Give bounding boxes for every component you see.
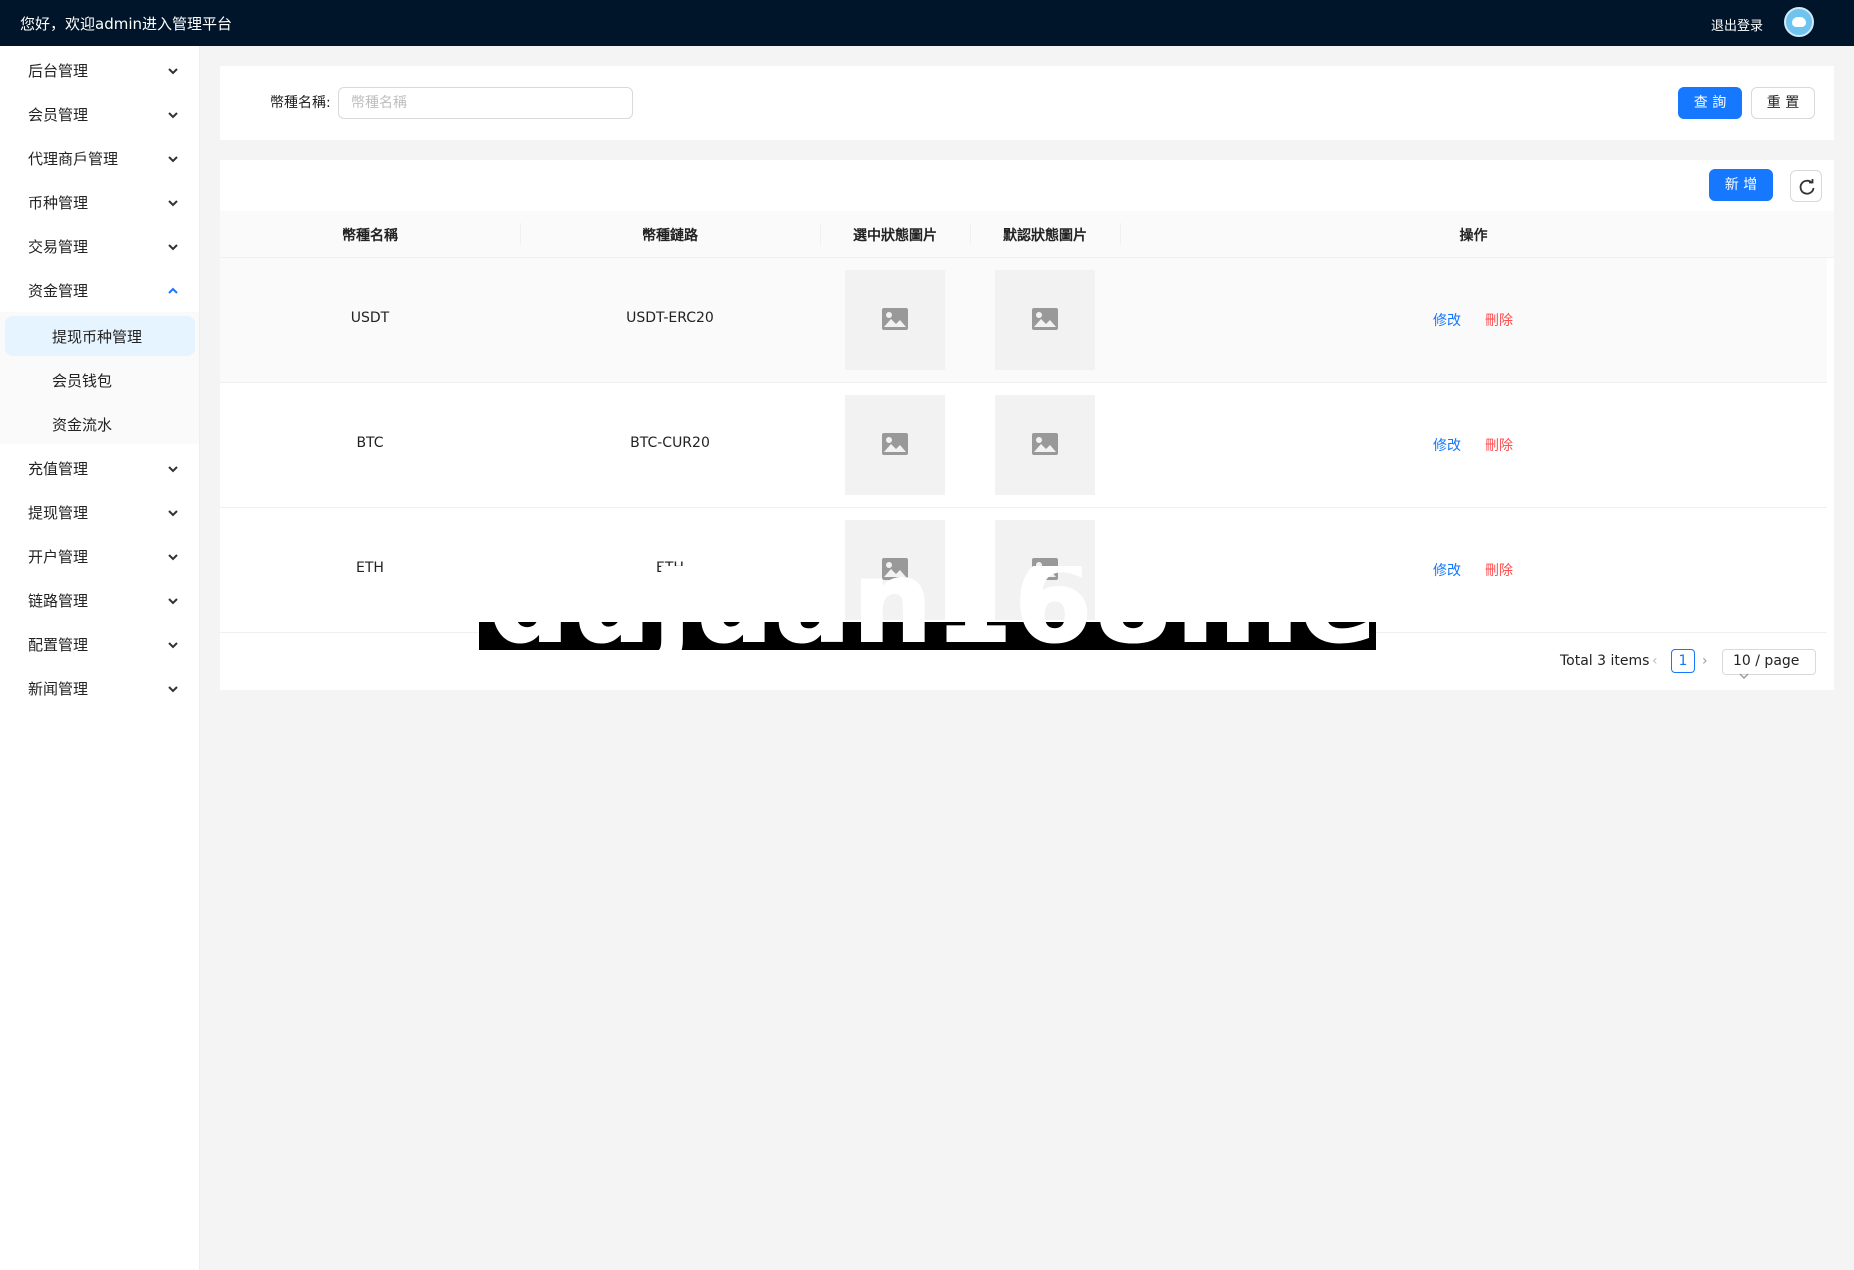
column-header: 幣種名稱 — [342, 228, 398, 244]
delete-link[interactable]: 刪除 — [1485, 560, 1513, 580]
sidebar-item-members[interactable]: 会员管理 — [0, 92, 200, 136]
image-placeholder-icon — [882, 433, 908, 455]
logout-link[interactable]: 退出登录 — [1711, 15, 1763, 34]
pagination-total: Total 3 items — [1560, 653, 1650, 669]
sidebar-item-label: 交易管理 — [28, 238, 89, 256]
pagination-page-1[interactable]: 1 — [1671, 649, 1695, 673]
chevron-down-icon — [168, 244, 178, 251]
top-header: 您好，欢迎admin进入管理平台 退出登录 — [0, 0, 1854, 46]
sidebar-item-label: 新闻管理 — [28, 680, 89, 698]
sidebar-item-recharge[interactable]: 充值管理 — [0, 446, 200, 490]
sidebar-item-label: 充值管理 — [28, 460, 89, 478]
query-button[interactable]: 查 詢 — [1678, 87, 1742, 119]
chevron-down-icon — [168, 598, 178, 605]
funds-submenu: 提现币种管理 会员钱包 资金流水 — [0, 312, 199, 444]
sidebar-subitem-fund-flow[interactable]: 资金流水 — [0, 404, 199, 444]
column-header: 默認狀態圖片 — [1003, 228, 1087, 244]
edit-link[interactable]: 修改 — [1433, 560, 1461, 580]
sidebar-item-label: 提现管理 — [28, 504, 89, 522]
refresh-button[interactable] — [1790, 170, 1822, 202]
chevron-down-icon — [168, 112, 178, 119]
delete-link[interactable]: 刪除 — [1485, 310, 1513, 330]
chevron-down-icon — [168, 200, 178, 207]
chevron-down-icon — [168, 642, 178, 649]
sidebar-subitem-label: 资金流水 — [52, 416, 113, 434]
table-row: USDT USDT-ERC20 修改 刪除 — [220, 258, 1827, 383]
sidebar-item-funds[interactable]: 资金管理 — [0, 268, 200, 312]
chevron-down-icon — [1739, 673, 1749, 679]
sidebar-item-config[interactable]: 配置管理 — [0, 622, 200, 666]
sidebar-item-label: 后台管理 — [28, 62, 89, 80]
sidebar-subitem-label: 提现币种管理 — [52, 328, 143, 346]
sidebar-item-backend[interactable]: 后台管理 — [0, 48, 200, 92]
search-form: 幣種名稱: 查 詢 重 置 — [220, 66, 1834, 140]
sidebar-item-trading[interactable]: 交易管理 — [0, 224, 200, 268]
watermark: dujuan168.net — [479, 566, 1376, 650]
sidebar-item-chains[interactable]: 链路管理 — [0, 578, 200, 622]
sidebar-item-currency[interactable]: 币种管理 — [0, 180, 200, 224]
sidebar-item-agents[interactable]: 代理商戶管理 — [0, 136, 200, 180]
refresh-icon — [1799, 179, 1815, 195]
watermark-text: dujuan168.net — [488, 566, 1376, 650]
sidebar: 后台管理 会员管理 代理商戶管理 币种管理 交易管理 资金管理 提现币种管理 会… — [0, 46, 200, 1270]
sidebar-subitem-label: 会员钱包 — [52, 372, 113, 390]
column-header: 幣種鏈路 — [642, 228, 698, 244]
edit-link[interactable]: 修改 — [1433, 435, 1461, 455]
chevron-down-icon — [168, 68, 178, 75]
sidebar-item-label: 币种管理 — [28, 194, 89, 212]
page-size-select[interactable]: 10 / page — [1722, 649, 1816, 679]
add-button[interactable]: 新 增 — [1709, 169, 1773, 201]
chevron-down-icon — [168, 686, 178, 693]
column-header: 選中狀態圖片 — [853, 228, 937, 244]
sidebar-item-withdraw[interactable]: 提现管理 — [0, 490, 200, 534]
currency-name-cell: USDT — [350, 310, 390, 326]
selected-state-image — [845, 270, 945, 370]
delete-link[interactable]: 刪除 — [1485, 435, 1513, 455]
chevron-down-icon — [168, 466, 178, 473]
page-size-value: 10 / page — [1733, 653, 1800, 669]
sidebar-item-label: 开户管理 — [28, 548, 89, 566]
sidebar-item-accounts[interactable]: 开户管理 — [0, 534, 200, 578]
image-placeholder-icon — [1032, 433, 1058, 455]
reset-button[interactable]: 重 置 — [1751, 87, 1815, 119]
currency-name-input[interactable] — [338, 87, 633, 119]
sidebar-item-label: 代理商戶管理 — [28, 150, 119, 168]
column-header: 操作 — [1459, 228, 1488, 244]
currency-chain-cell: USDT-ERC20 — [626, 310, 714, 326]
avatar-icon[interactable] — [1784, 7, 1814, 37]
sidebar-item-label: 链路管理 — [28, 592, 89, 610]
default-state-image — [995, 395, 1095, 495]
chevron-up-icon — [168, 287, 178, 294]
currency-name-cell: BTC — [356, 435, 384, 451]
currency-name-cell: ETH — [356, 560, 384, 576]
chevron-down-icon — [168, 510, 178, 517]
sidebar-item-label: 配置管理 — [28, 636, 89, 654]
selected-state-image — [845, 395, 945, 495]
sidebar-item-label: 资金管理 — [28, 282, 89, 300]
chevron-left-icon[interactable]: ‹ — [1652, 653, 1658, 669]
sidebar-item-news[interactable]: 新闻管理 — [0, 666, 200, 710]
sidebar-subitem-member-wallet[interactable]: 会员钱包 — [0, 360, 199, 400]
image-placeholder-icon — [1032, 308, 1058, 330]
table-row: BTC BTC-CUR20 修改 刪除 — [220, 383, 1827, 508]
chevron-down-icon — [168, 156, 178, 163]
welcome-text: 您好，欢迎admin进入管理平台 — [20, 15, 233, 33]
currency-name-label: 幣種名稱: — [270, 95, 331, 111]
currency-chain-cell: BTC-CUR20 — [630, 435, 710, 451]
table-header: 幣種名稱 幣種鏈路 選中狀態圖片 默認狀態圖片 操作 — [220, 211, 1834, 258]
sidebar-subitem-withdraw-currency[interactable]: 提现币种管理 — [0, 316, 199, 356]
image-placeholder-icon — [882, 308, 908, 330]
default-state-image — [995, 270, 1095, 370]
chevron-right-icon[interactable]: › — [1702, 653, 1708, 669]
chevron-down-icon — [168, 554, 178, 561]
sidebar-item-label: 会员管理 — [28, 106, 89, 124]
edit-link[interactable]: 修改 — [1433, 310, 1461, 330]
